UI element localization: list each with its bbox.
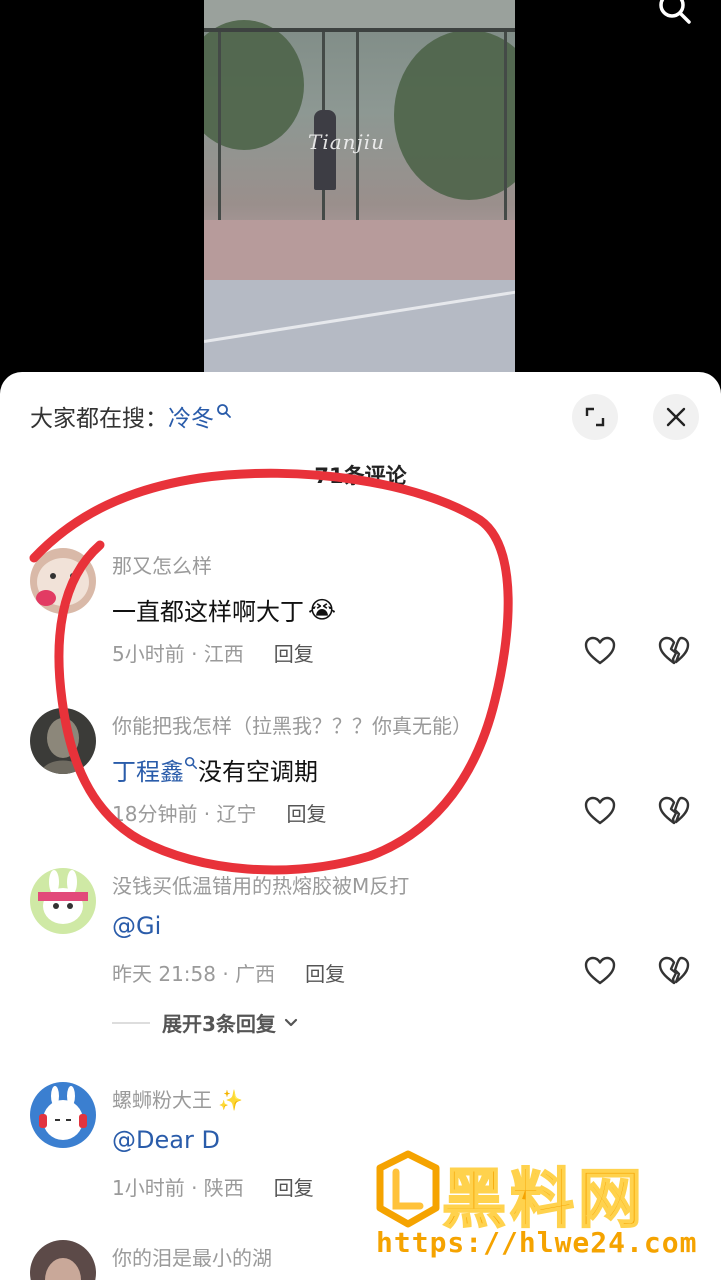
video-court	[204, 280, 515, 372]
comment-meta: 昨天 21:58 · 广西 回复	[112, 958, 345, 987]
comment-meta: 1小时前 · 陕西 回复	[112, 1172, 314, 1201]
comment-text: @Gi	[112, 912, 161, 940]
reply-button[interactable]: 回复	[287, 798, 327, 827]
broken-heart-icon[interactable]	[657, 794, 691, 828]
crying-emoji-icon: 😭	[308, 595, 337, 624]
avatar[interactable]	[30, 1082, 96, 1148]
comment-author[interactable]: 没钱买低温错用的热熔胶被M反打	[112, 870, 409, 899]
comment-author[interactable]: 你能把我怎样（拉黑我？？？你真无能）	[112, 710, 472, 739]
reply-button[interactable]: 回复	[274, 638, 314, 667]
video-frame[interactable]: Tianjiu	[204, 0, 515, 372]
avatar[interactable]	[30, 708, 96, 774]
chevron-down-icon	[284, 1018, 298, 1026]
avatar[interactable]	[30, 1240, 96, 1280]
expand-replies-label: 展开3条回复	[162, 1012, 276, 1036]
comment-body: 一直都这样啊大丁	[112, 598, 304, 626]
heart-icon[interactable]	[583, 634, 617, 668]
search-icon	[184, 756, 198, 769]
comment-author[interactable]: 螺蛳粉大王 ✨	[112, 1084, 243, 1113]
expand-replies-button[interactable]: 展开3条回复	[112, 1008, 300, 1037]
comment-text: 丁程鑫 没有空调期	[112, 752, 318, 787]
comment-author[interactable]: 那又怎么样	[112, 550, 212, 579]
comment-meta: 5小时前 · 江西 回复	[112, 638, 314, 667]
video-ground	[204, 220, 515, 280]
video-gate	[204, 28, 515, 222]
trending-search[interactable]: 大家都在搜： 冷冬	[30, 398, 232, 434]
search-icon[interactable]	[657, 0, 691, 24]
avatar[interactable]	[30, 868, 96, 934]
expand-icon	[585, 407, 605, 427]
broken-heart-icon[interactable]	[657, 954, 691, 988]
close-icon	[666, 407, 686, 427]
trending-search-term[interactable]: 冷冬	[168, 399, 214, 433]
comment-count: 71条评论	[314, 464, 407, 488]
reply-button[interactable]: 回复	[274, 1172, 314, 1201]
comment-text: @Dear D	[112, 1126, 220, 1154]
author-name: 螺蛳粉大王	[112, 1088, 212, 1112]
mention-link[interactable]: @Gi	[112, 912, 161, 940]
search-icon	[217, 404, 231, 418]
video-player[interactable]: Tianjiu	[0, 0, 721, 380]
video-watermark: Tianjiu	[308, 130, 386, 154]
heart-icon[interactable]	[583, 794, 617, 828]
fullscreen-button[interactable]	[572, 394, 618, 440]
divider	[112, 1021, 150, 1024]
site-url: https://hlwe24.com	[376, 1226, 698, 1259]
comment-meta: 18分钟前 · 辽宁 回复	[112, 798, 327, 827]
comment-time-location: 昨天 21:58 · 广西	[112, 962, 276, 986]
comment-body: 没有空调期	[198, 758, 318, 786]
comment-time-location: 1小时前 · 陕西	[112, 1176, 244, 1200]
close-button[interactable]	[653, 394, 699, 440]
avatar[interactable]	[30, 548, 96, 614]
heart-icon[interactable]	[583, 954, 617, 988]
broken-heart-icon[interactable]	[657, 634, 691, 668]
reply-button[interactable]: 回复	[305, 958, 345, 987]
comment-sheet: 大家都在搜： 冷冬 71条评论 那又怎么样 一直都这样啊大丁 😭 5小时前 · …	[0, 372, 721, 1280]
comment-time-location: 18分钟前 · 辽宁	[112, 802, 257, 826]
trending-search-label: 大家都在搜：	[30, 406, 168, 432]
sparkles-icon: ✨	[218, 1088, 244, 1112]
comment-author[interactable]: 你的泪是最小的湖	[112, 1242, 272, 1271]
mention-link[interactable]: @Dear D	[112, 1126, 220, 1154]
comment-text: 一直都这样啊大丁 😭	[112, 592, 336, 627]
comment-time-location: 5小时前 · 江西	[112, 642, 244, 666]
mention-link[interactable]: 丁程鑫	[112, 752, 184, 787]
